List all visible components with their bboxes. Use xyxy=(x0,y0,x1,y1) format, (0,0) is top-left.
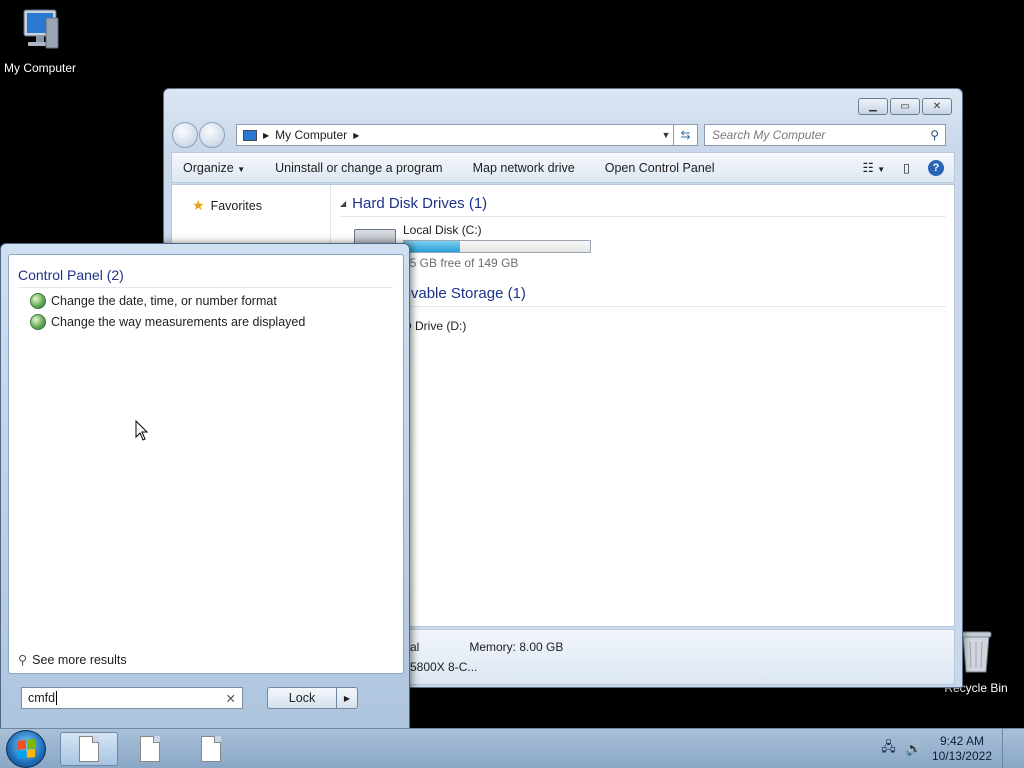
text-caret xyxy=(56,691,58,705)
forward-button[interactable] xyxy=(199,122,225,148)
chevron-down-icon: ▼ xyxy=(237,164,246,174)
system-tray: 🖧 🔊 9:42 AM 10/13/2022 xyxy=(881,729,1024,768)
result-label: Change the date, time, or number format xyxy=(51,293,277,308)
view-controls: ☷ ▼ ▯ ? xyxy=(862,159,954,176)
address-bar[interactable]: ▶ My Computer ▶ ▼ xyxy=(236,124,674,146)
preview-pane-button[interactable]: ▯ xyxy=(903,160,910,175)
search-results-panel: Control Panel (2) Change the date, time,… xyxy=(8,254,404,674)
nav-item-label: Favorites xyxy=(210,198,262,213)
details-workgroup: al xyxy=(410,640,420,654)
document-icon xyxy=(140,736,160,762)
breadcrumb-my-computer[interactable]: My Computer xyxy=(275,128,347,142)
result-item[interactable]: Change the way measurements are displaye… xyxy=(18,309,393,330)
help-button[interactable]: ? xyxy=(928,159,944,176)
chevron-down-icon: ▼ xyxy=(877,165,886,174)
computer-icon xyxy=(0,8,80,57)
see-more-label: See more results xyxy=(32,652,127,667)
breadcrumb-arrow-icon: ▶ xyxy=(263,130,270,140)
document-icon xyxy=(201,736,221,762)
search-icon[interactable]: ⚲ xyxy=(930,128,939,142)
details-memory: Memory: 8.00 GB xyxy=(469,640,564,654)
clear-search-icon[interactable]: ✕ xyxy=(226,691,236,706)
drive-name: Local Disk (C:) xyxy=(403,223,482,237)
address-row: ▶ My Computer ▶ ▼ ⇆ Search My Computer ⚲ xyxy=(172,122,954,148)
region-settings-icon xyxy=(30,313,46,330)
drive-usage-fill xyxy=(404,241,460,252)
group-header-label: Hard Disk Drives (1) xyxy=(352,195,488,212)
drives-view: ◢ Hard Disk Drives (1) Local Disk (C:) 0… xyxy=(332,185,954,626)
organize-button[interactable]: Organize ▼ xyxy=(183,161,245,175)
start-search-input[interactable]: cmfd ✕ xyxy=(21,687,243,709)
star-icon: ★ xyxy=(192,197,205,213)
group-header-hard-disk[interactable]: ◢ Hard Disk Drives (1) xyxy=(340,195,946,217)
taskbar-button[interactable] xyxy=(121,732,179,766)
address-dropdown-icon[interactable]: ▼ xyxy=(659,130,673,140)
close-icon: ✕ xyxy=(932,101,942,112)
details-processor: 5800X 8-C... xyxy=(410,660,478,674)
refresh-button[interactable]: ⇆ xyxy=(674,124,698,146)
clock-time: 9:42 AM xyxy=(939,734,984,748)
results-section-header[interactable]: Control Panel (2) xyxy=(18,267,393,288)
clock[interactable]: 9:42 AM 10/13/2022 xyxy=(932,734,992,764)
taskbar-button[interactable] xyxy=(182,732,240,766)
drive-name: D Drive (D:) xyxy=(403,319,467,333)
help-icon: ? xyxy=(928,159,944,176)
document-icon xyxy=(79,736,99,762)
breadcrumb-arrow-icon: ▶ xyxy=(353,130,360,140)
view-icon: ☷ xyxy=(862,161,874,175)
region-settings-icon xyxy=(30,292,46,309)
command-bar: Organize ▼ Uninstall or change a program… xyxy=(171,152,955,183)
taskbar: 🖧 🔊 9:42 AM 10/13/2022 xyxy=(0,728,1024,768)
network-icon[interactable]: 🖧 xyxy=(881,738,896,760)
windows-logo-icon xyxy=(17,739,35,759)
drive-item-c[interactable]: Local Disk (C:) 05 GB free of 149 GB xyxy=(340,217,946,285)
maximize-button[interactable]: ▭ xyxy=(890,98,920,115)
close-button[interactable]: ✕ xyxy=(922,98,952,115)
clock-date: 10/13/2022 xyxy=(931,749,992,763)
show-desktop-button[interactable] xyxy=(1002,729,1012,768)
lock-button[interactable]: Lock xyxy=(268,691,336,705)
result-item[interactable]: Change the date, time, or number format xyxy=(18,288,393,309)
volume-icon[interactable]: 🔊 xyxy=(906,741,922,757)
group-header-removable[interactable]: with Removable Storage (1) xyxy=(340,285,946,307)
start-button[interactable] xyxy=(6,730,46,768)
search-value: cmfd xyxy=(28,691,56,705)
change-view-button[interactable]: ☷ ▼ xyxy=(862,160,885,175)
collapse-triangle-icon[interactable]: ◢ xyxy=(340,199,346,208)
see-more-results-link[interactable]: ⚲ See more results xyxy=(18,652,127,668)
lock-button-group: Lock ▶ xyxy=(267,687,358,709)
mouse-cursor-icon xyxy=(135,419,149,445)
drive-item-d[interactable]: D Drive (D:) xyxy=(340,307,946,333)
minimize-icon: ▁ xyxy=(869,101,877,112)
computer-small-icon xyxy=(243,129,257,141)
taskbar-button-explorer[interactable] xyxy=(60,732,118,766)
minimize-button[interactable]: ▁ xyxy=(858,98,888,115)
refresh-icon: ⇆ xyxy=(680,128,691,142)
search-placeholder: Search My Computer xyxy=(712,128,826,142)
result-label: Change the way measurements are displaye… xyxy=(51,314,306,329)
desktop-icon-label: My Computer xyxy=(3,61,77,75)
nav-item-favorites[interactable]: ★ Favorites xyxy=(192,197,330,214)
back-button[interactable] xyxy=(172,122,198,148)
start-menu: Control Panel (2) Change the date, time,… xyxy=(0,243,410,729)
desktop-icon-my-computer[interactable]: My Computer xyxy=(0,8,80,75)
drive-free-space: 05 GB free of 149 GB xyxy=(403,256,519,270)
open-control-panel-button[interactable]: Open Control Panel xyxy=(605,161,715,175)
preview-pane-icon: ▯ xyxy=(903,161,910,175)
magnifier-icon: ⚲ xyxy=(18,653,28,667)
window-controls: ▁ ▭ ✕ xyxy=(858,98,952,115)
drive-usage-bar xyxy=(403,240,591,253)
uninstall-program-button[interactable]: Uninstall or change a program xyxy=(275,161,442,175)
map-network-drive-button[interactable]: Map network drive xyxy=(473,161,575,175)
power-options-arrow-icon[interactable]: ▶ xyxy=(336,688,357,708)
search-box[interactable]: Search My Computer ⚲ xyxy=(704,124,946,146)
maximize-icon: ▭ xyxy=(900,101,910,112)
organize-label: Organize xyxy=(183,160,234,175)
